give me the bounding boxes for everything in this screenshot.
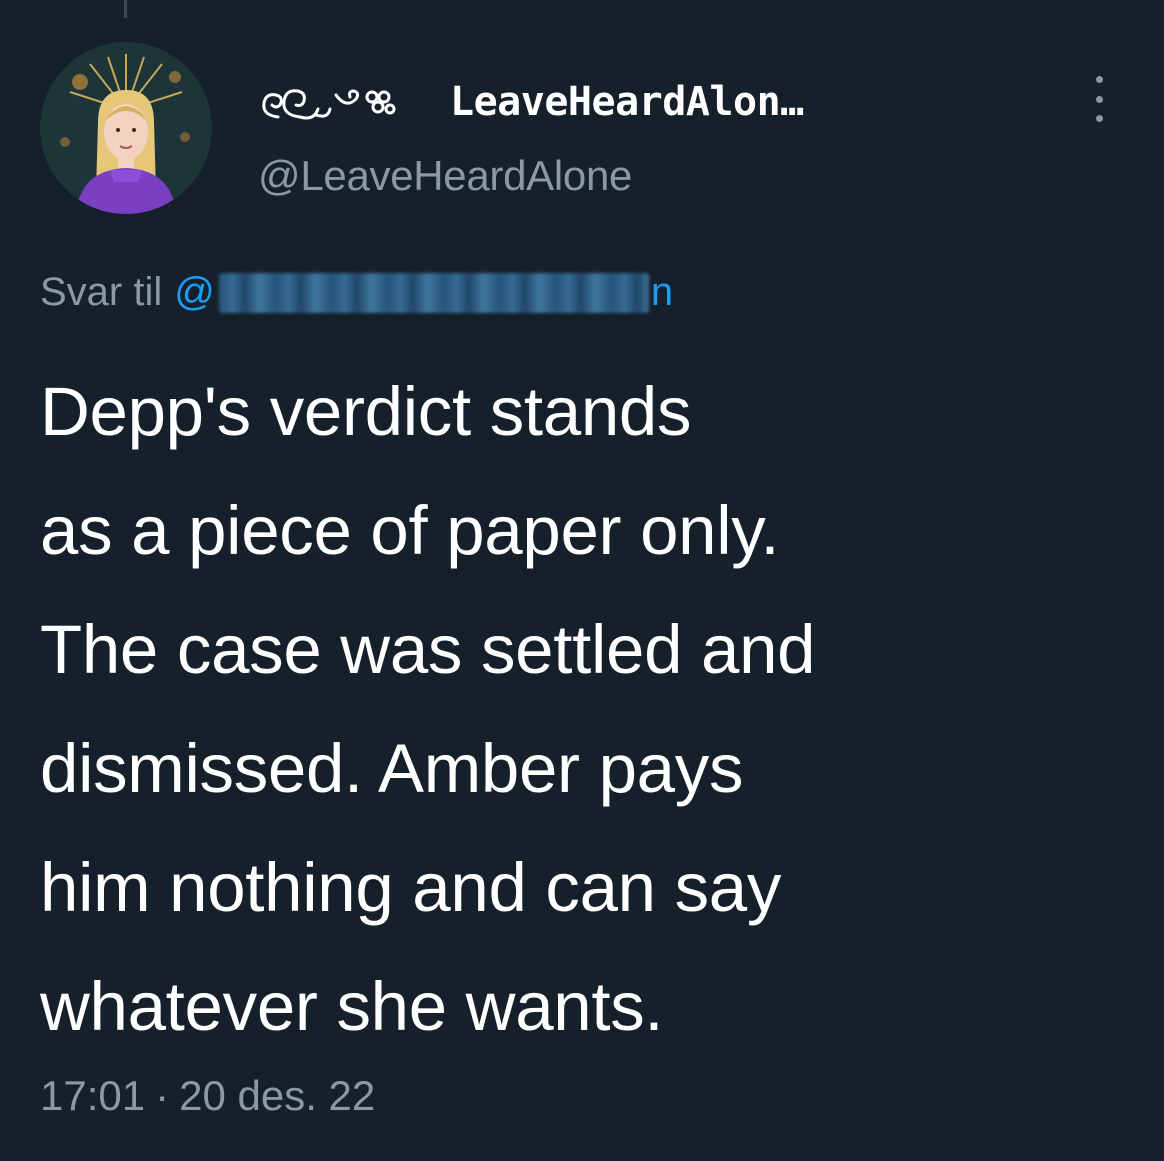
more-options-button[interactable] — [1084, 76, 1114, 122]
author-name-text: LeaveHeardAlon… — [450, 79, 804, 125]
author-handle[interactable]: @LeaveHeardAlone — [258, 152, 632, 200]
reply-mention-link[interactable]: @ n — [174, 270, 673, 315]
swirl-ornament-icon — [256, 75, 446, 130]
reply-context: Svar til @ n — [40, 270, 673, 315]
tweet-metadata: 17:01 · 20 des. 22 — [40, 1072, 375, 1120]
thread-connector-line — [124, 0, 127, 18]
tweet-time[interactable]: 17:01 — [40, 1072, 145, 1119]
tweet-text-line: as a piece of paper only. — [40, 492, 780, 569]
more-dot-icon — [1095, 115, 1103, 122]
author-display-name[interactable]: LeaveHeardAlon… — [256, 72, 804, 132]
more-dot-icon — [1095, 76, 1103, 83]
meta-separator: · — [155, 1072, 170, 1119]
reply-prefix: Svar til — [40, 270, 163, 314]
tweet-text-line: dismissed. Amber pays — [40, 730, 744, 807]
mention-tail: n — [650, 270, 674, 314]
more-dot-icon — [1095, 95, 1103, 103]
tweet-date[interactable]: 20 des. 22 — [179, 1072, 375, 1119]
tweet-text-line: The case was settled and — [40, 611, 816, 688]
avatar[interactable] — [40, 42, 212, 214]
tweet-text-line: him nothing and can say — [40, 849, 782, 926]
mention-at-sign: @ — [174, 270, 215, 314]
tweet-text: Depp's verdict stands as a piece of pape… — [40, 352, 1130, 1066]
avatar-illustration — [40, 42, 212, 214]
redacted-username — [218, 272, 649, 313]
tweet-text-line: Depp's verdict stands — [40, 373, 692, 450]
tweet-text-line: whatever she wants. — [40, 968, 664, 1045]
